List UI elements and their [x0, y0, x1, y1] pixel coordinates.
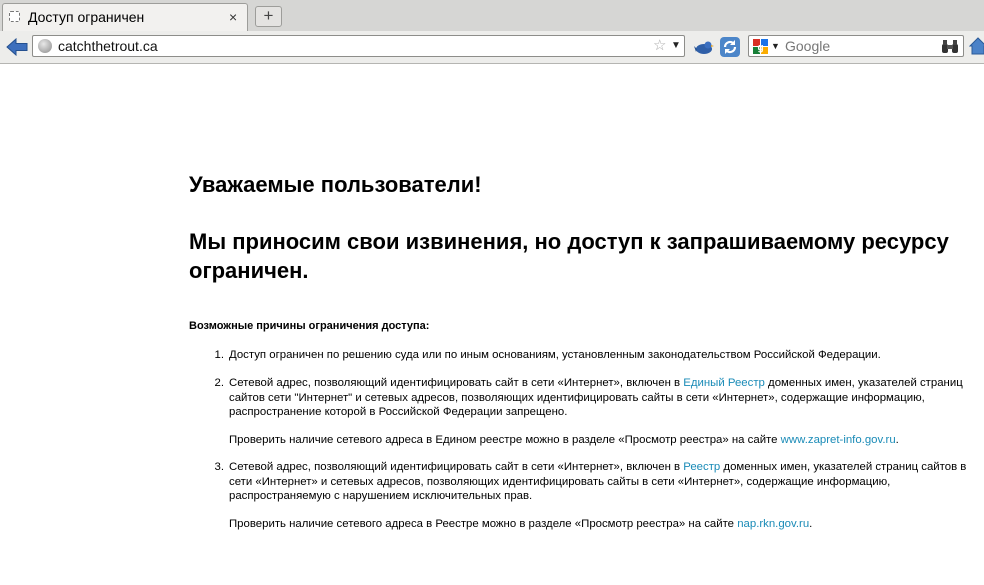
- unified-registry-link[interactable]: Единый Реестр: [683, 377, 765, 389]
- navigation-toolbar: catchthetrout.ca ☆ ▼ g ▼: [0, 31, 984, 64]
- back-arrow-icon[interactable]: [6, 38, 28, 56]
- bird-extension-icon[interactable]: [693, 37, 715, 57]
- reason-number: 1.: [214, 349, 225, 361]
- svg-text:g: g: [757, 43, 763, 54]
- globe-icon: [38, 39, 52, 53]
- greeting-heading: Уважаемые пользователи!: [189, 172, 482, 197]
- search-bar[interactable]: g ▼: [748, 35, 964, 57]
- close-tab-icon[interactable]: ×: [229, 9, 237, 25]
- new-tab-button[interactable]: +: [255, 6, 282, 27]
- zapret-info-link[interactable]: www.zapret-info.gov.ru: [781, 434, 896, 446]
- reload-icon[interactable]: [719, 36, 741, 58]
- reason-number: 3.: [214, 461, 225, 473]
- address-bar[interactable]: catchthetrout.ca ☆ ▼: [32, 35, 685, 57]
- google-engine-icon[interactable]: g: [753, 39, 768, 54]
- url-dropdown-icon[interactable]: ▼: [671, 39, 681, 53]
- bookmark-star-icon[interactable]: ☆: [653, 37, 666, 55]
- search-input[interactable]: [785, 38, 935, 54]
- page-content: Уважаемые пользователи! Мы приносим свои…: [0, 64, 984, 585]
- registry-link[interactable]: Реестр: [683, 461, 720, 473]
- apology-heading: Мы приносим свои извинения, но доступ к …: [189, 229, 949, 283]
- tab-active[interactable]: Доступ ограничен ×: [2, 3, 248, 31]
- url-text[interactable]: catchthetrout.ca: [58, 38, 158, 54]
- reason-text: Доступ ограничен по решению суда или по …: [229, 349, 881, 361]
- loading-page-icon: [9, 11, 20, 22]
- tab-strip: Доступ ограничен × +: [0, 0, 984, 32]
- check-text-end: .: [895, 433, 899, 446]
- binoculars-icon[interactable]: [941, 39, 959, 54]
- reasons-title: Возможные причины ограничения доступа:: [189, 320, 430, 332]
- home-icon[interactable]: [969, 37, 984, 55]
- reason-text: Сетевой адрес, позволяющий идентифициров…: [229, 377, 684, 389]
- check-text-end: .: [809, 517, 813, 530]
- reason-text: Сетевой адрес, позволяющий идентифициров…: [229, 461, 684, 473]
- rkn-link[interactable]: nap.rkn.gov.ru: [737, 518, 809, 530]
- engine-dropdown-icon[interactable]: ▼: [771, 40, 780, 52]
- tab-title: Доступ ограничен: [28, 9, 145, 25]
- check-text: Проверить наличие сетевого адреса в Реес…: [229, 517, 738, 530]
- reason-number: 2.: [214, 377, 225, 389]
- check-text: Проверить наличие сетевого адреса в Един…: [229, 433, 781, 446]
